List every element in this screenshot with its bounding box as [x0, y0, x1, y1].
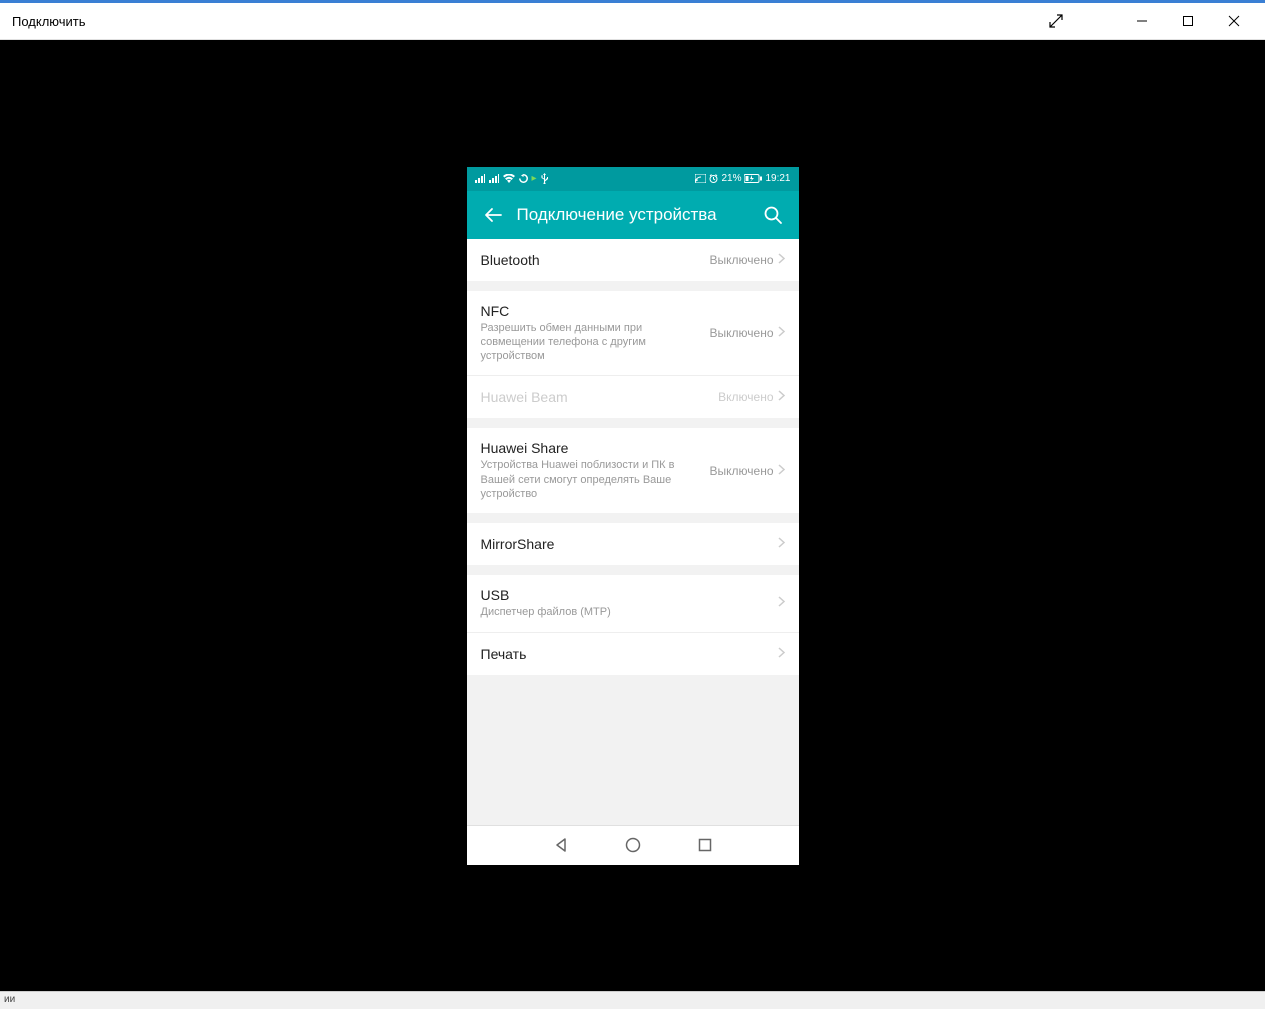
clock-text: 19:21	[765, 173, 790, 184]
maximize-icon	[1182, 15, 1194, 27]
item-main: Печать	[481, 646, 774, 662]
item-title: Печать	[481, 646, 774, 662]
item-title: MirrorShare	[481, 536, 774, 552]
header-title: Подключение устройства	[517, 205, 753, 225]
battery-text: 21%	[721, 173, 741, 184]
settings-item-mirrorshare[interactable]: MirrorShare	[467, 523, 799, 565]
title-controls	[1033, 6, 1257, 36]
nav-recent-button[interactable]	[697, 837, 713, 853]
item-title: USB	[481, 587, 774, 603]
signal-icon	[475, 174, 485, 183]
bottom-status-text: ии	[4, 994, 15, 1005]
chevron-right-icon	[778, 251, 785, 269]
chevron-right-icon	[778, 388, 785, 406]
chevron-right-icon	[778, 324, 785, 342]
settings-group: Huawei Share Устройства Huawei поблизости…	[467, 428, 799, 513]
item-main: USB Диспетчер файлов (MTP)	[481, 587, 774, 619]
item-subtitle: Устройства Huawei поблизости и ПК в Ваше…	[481, 458, 702, 501]
item-main: Huawei Share Устройства Huawei поблизости…	[481, 440, 702, 501]
app-header: Подключение устройства	[467, 191, 799, 239]
nav-bar	[467, 825, 799, 865]
expand-button[interactable]	[1033, 6, 1079, 36]
wifi-icon	[503, 174, 515, 183]
status-left: ▸	[475, 173, 548, 184]
chevron-right-icon	[778, 462, 785, 480]
circle-home-icon	[625, 837, 641, 853]
settings-item-usb[interactable]: USB Диспетчер файлов (MTP)	[467, 575, 799, 632]
window-title: Подключить	[12, 14, 86, 29]
chevron-right-icon	[778, 645, 785, 663]
back-arrow-icon	[483, 205, 503, 225]
maximize-button[interactable]	[1165, 6, 1211, 36]
signal2-icon	[489, 174, 499, 183]
bottom-status-bar: ии	[0, 991, 1265, 1009]
triangle-back-icon	[553, 837, 569, 853]
settings-group: NFC Разрешить обмен данными при совмещени…	[467, 291, 799, 419]
usb-icon	[541, 173, 548, 184]
chevron-right-icon	[778, 594, 785, 612]
item-value: Выключено	[710, 326, 774, 340]
settings-item-huawei-beam: Huawei Beam Включено	[467, 376, 799, 418]
phone-status-bar: ▸ 21% 19:21	[467, 167, 799, 191]
item-title: NFC	[481, 303, 702, 319]
item-main: MirrorShare	[481, 536, 774, 552]
sync-icon	[519, 174, 528, 183]
nav-back-button[interactable]	[553, 837, 569, 853]
item-title: Huawei Beam	[481, 389, 711, 405]
item-value: Выключено	[710, 253, 774, 267]
phone-screen: ▸ 21% 19:21	[467, 167, 799, 865]
settings-group: USB Диспетчер файлов (MTP) Печать	[467, 575, 799, 674]
minimize-icon	[1136, 15, 1148, 27]
close-button[interactable]	[1211, 6, 1257, 36]
square-recent-icon	[697, 837, 713, 853]
play-icon: ▸	[532, 173, 537, 184]
item-subtitle: Разрешить обмен данными при совмещении т…	[481, 321, 702, 364]
minimize-button[interactable]	[1119, 6, 1165, 36]
settings-group: MirrorShare	[467, 523, 799, 565]
alarm-icon	[709, 174, 718, 183]
item-main: NFC Разрешить обмен данными при совмещени…	[481, 303, 702, 364]
settings-group: Bluetooth Выключено	[467, 239, 799, 281]
close-icon	[1228, 15, 1240, 27]
item-value: Включено	[718, 390, 773, 404]
settings-item-print[interactable]: Печать	[467, 633, 799, 675]
search-icon	[763, 205, 783, 225]
back-button[interactable]	[473, 195, 513, 235]
title-bar: Подключить	[0, 3, 1265, 40]
settings-item-huawei-share[interactable]: Huawei Share Устройства Huawei поблизости…	[467, 428, 799, 513]
item-value: Выключено	[710, 464, 774, 478]
search-button[interactable]	[753, 195, 793, 235]
item-main: Huawei Beam	[481, 389, 711, 405]
settings-item-nfc[interactable]: NFC Разрешить обмен данными при совмещени…	[467, 291, 799, 377]
chevron-right-icon	[778, 535, 785, 553]
item-title: Bluetooth	[481, 252, 702, 268]
content-area: ▸ 21% 19:21	[0, 40, 1265, 991]
status-right: 21% 19:21	[695, 173, 790, 184]
nav-home-button[interactable]	[625, 837, 641, 853]
settings-list[interactable]: Bluetooth Выключено NFC Разрешить обмен дан…	[467, 239, 799, 825]
item-main: Bluetooth	[481, 252, 702, 268]
expand-icon	[1049, 14, 1063, 28]
settings-item-bluetooth[interactable]: Bluetooth Выключено	[467, 239, 799, 281]
battery-icon	[744, 174, 762, 183]
cast-icon	[695, 174, 706, 183]
item-subtitle: Диспетчер файлов (MTP)	[481, 605, 774, 619]
item-title: Huawei Share	[481, 440, 702, 456]
